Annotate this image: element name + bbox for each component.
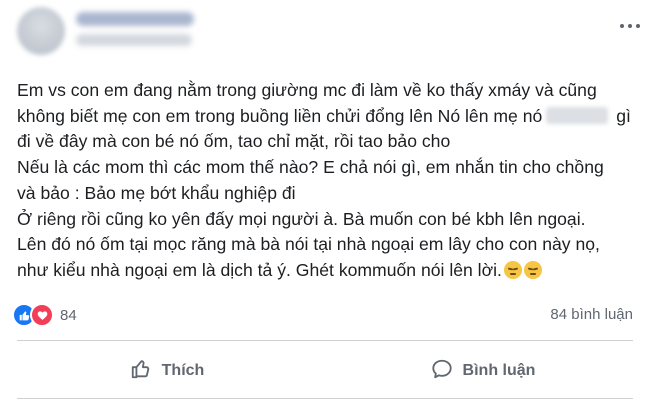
love-reaction-icon <box>30 303 54 327</box>
post-line: như kiểu nhà ngoại em là dịch tả ý. Ghét… <box>17 258 642 284</box>
post-body-text: Em vs con em đang nằm trong giường mc đi… <box>17 78 642 284</box>
more-icon-dot <box>628 24 632 28</box>
reaction-summary[interactable]: 84 <box>12 303 77 327</box>
post-line: không biết mẹ con em trong buồng liền ch… <box>17 104 642 130</box>
post-line: Lên đó nó ốm tại mọc răng mà bà nói tại … <box>17 234 600 255</box>
pensive-face-icon <box>523 260 542 279</box>
more-icon-dot <box>636 24 640 28</box>
like-button-label: Thích <box>161 362 205 379</box>
thumbs-up-icon <box>130 358 152 385</box>
censored-word <box>546 106 609 124</box>
post-line: đi về đây mà con bé nó ốm, tao chỉ mặt, … <box>17 131 451 152</box>
post-line: Ở riêng rồi cũng ko yên đấy mọi người à.… <box>17 208 586 229</box>
comment-button-label: Bình luận <box>462 362 536 379</box>
comment-button[interactable]: Bình luận <box>333 352 633 390</box>
comment-bubble-icon <box>431 358 453 385</box>
more-icon <box>620 24 624 28</box>
more-options-button[interactable] <box>612 12 648 40</box>
post-line-text: gì <box>616 105 631 126</box>
post-line: Nếu là các mom thì các mom thế nào? E ch… <box>17 157 604 178</box>
author-name-blurred[interactable] <box>76 12 194 26</box>
author-avatar[interactable] <box>17 7 65 55</box>
post-line-text: không biết mẹ con em trong buồng liền ch… <box>17 105 543 126</box>
divider <box>17 398 633 399</box>
post-line-text: như kiểu nhà ngoại em là dịch tả ý. Ghét… <box>17 259 502 280</box>
reaction-count: 84 <box>60 306 77 324</box>
post-timestamp-blurred[interactable] <box>76 34 192 46</box>
like-button[interactable]: Thích <box>17 352 317 390</box>
pensive-face-icon <box>503 260 522 279</box>
divider <box>17 340 633 341</box>
post-line: và bảo : Bảo mẹ bớt khẩu nghiệp đi <box>17 182 296 203</box>
facebook-post: Em vs con em đang nằm trong giường mc đi… <box>0 0 650 402</box>
comment-count[interactable]: 84 bình luận <box>550 306 633 323</box>
post-line: Em vs con em đang nằm trong giường mc đi… <box>17 80 597 100</box>
